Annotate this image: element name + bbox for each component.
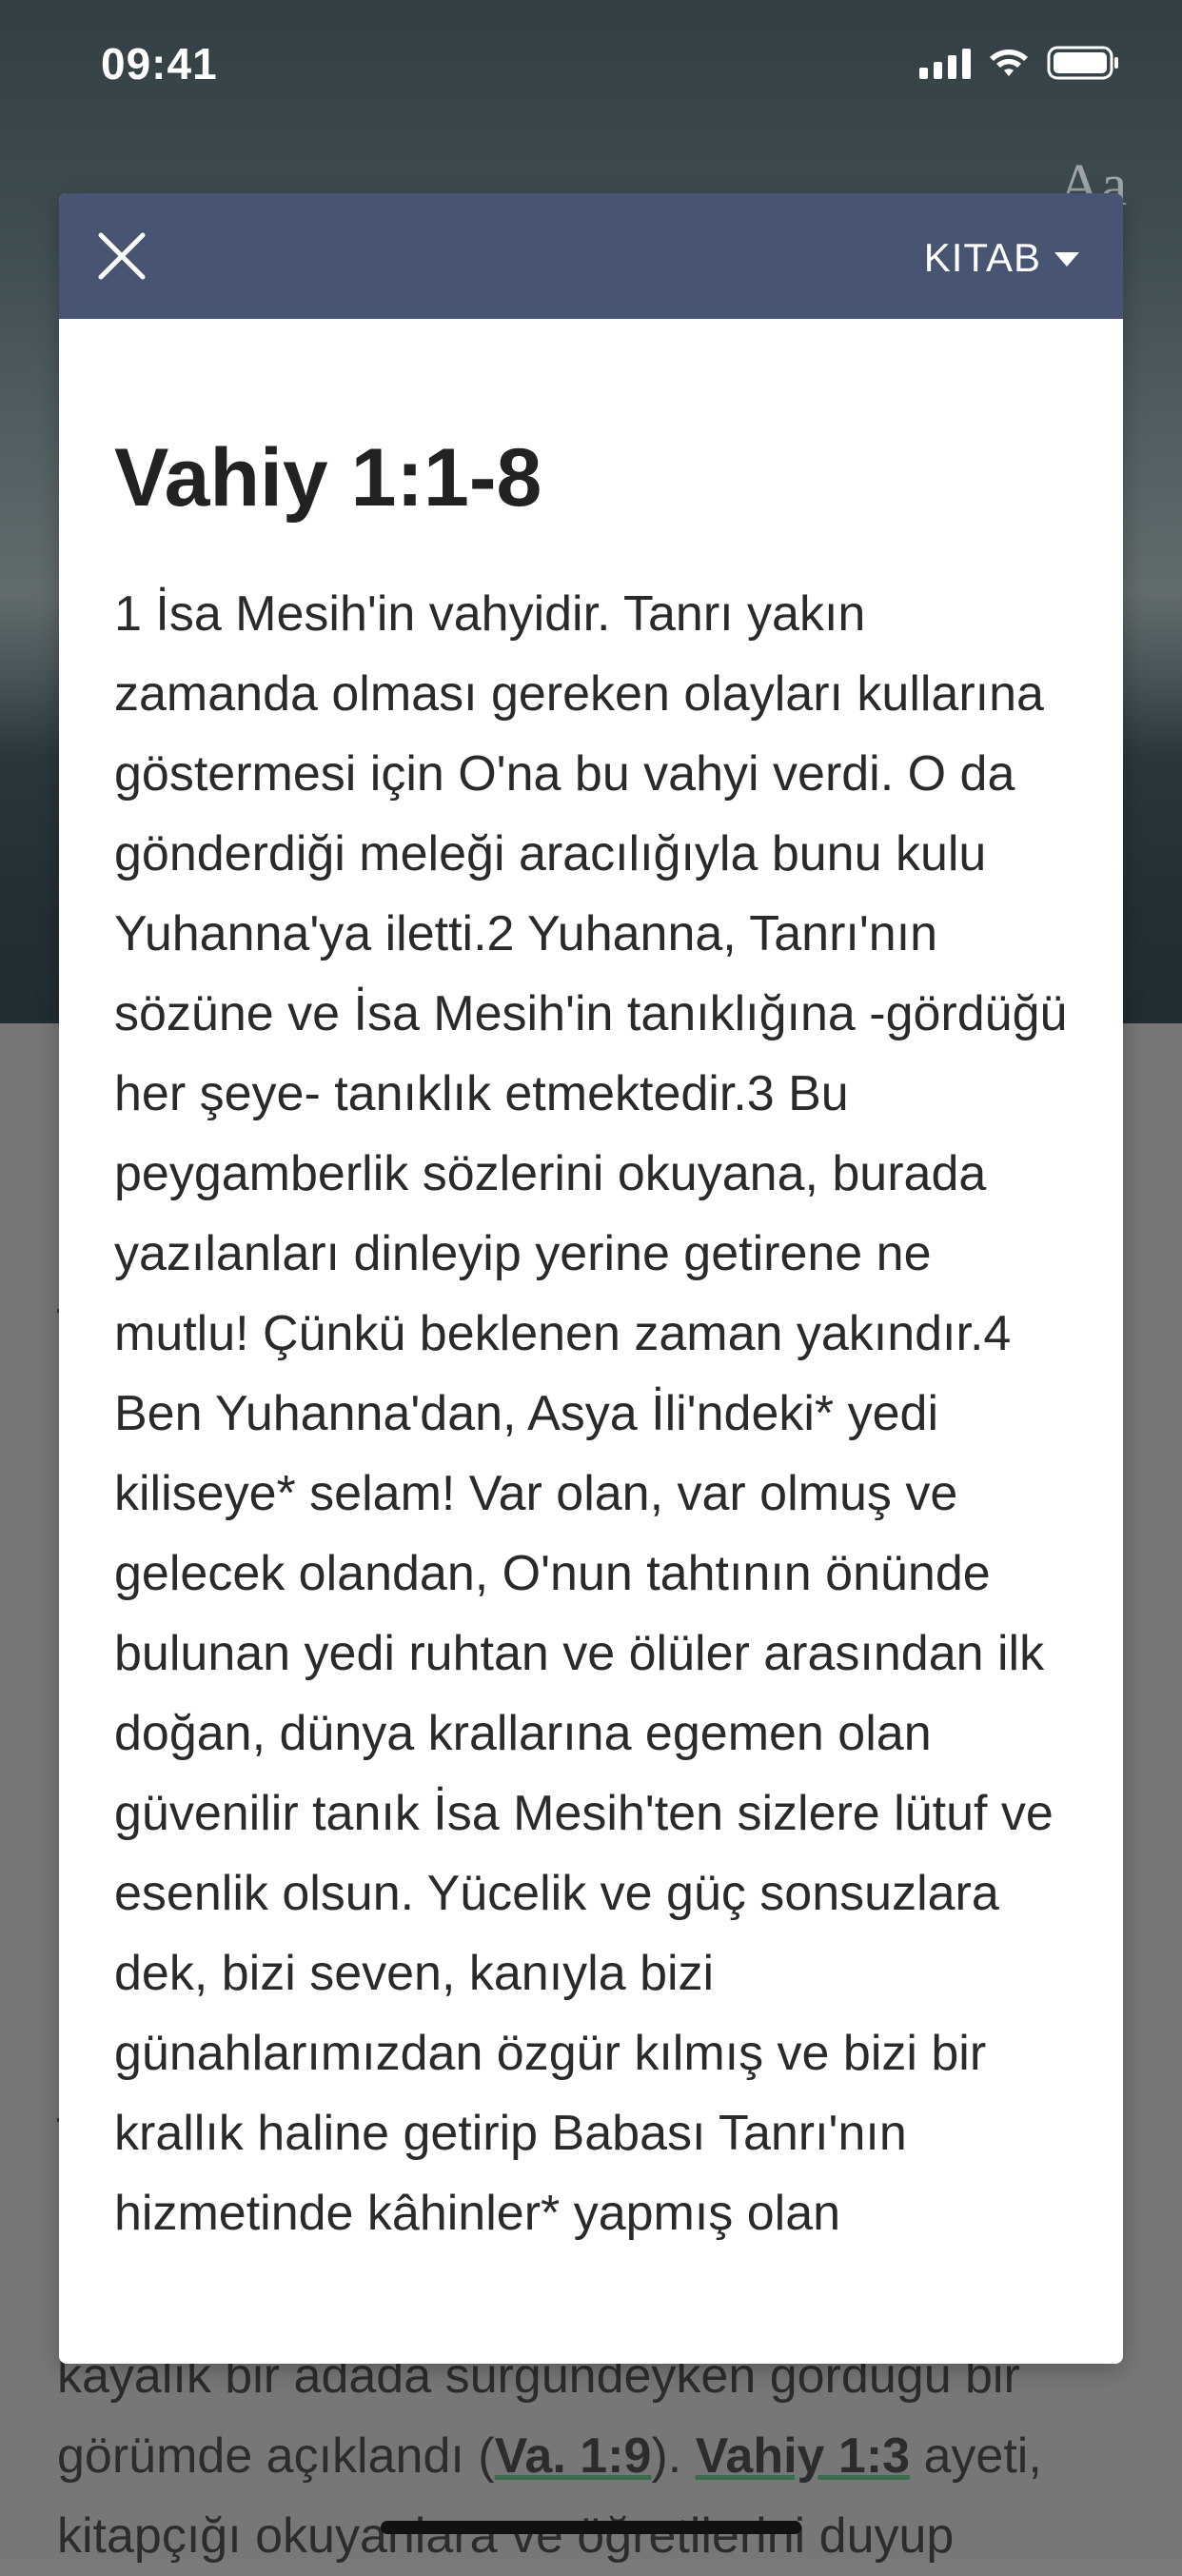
verse-reference-link[interactable]: Va. 1:9 xyxy=(495,2428,652,2484)
status-time: 09:41 xyxy=(101,39,218,89)
article-line: kitapçığı okuyanlara ve öğretilerini duy… xyxy=(57,2508,955,2564)
book-selector-button[interactable]: KITAB xyxy=(924,229,1079,287)
passage-title: Vahiy 1:1-8 xyxy=(114,432,542,524)
status-icons xyxy=(919,46,1119,80)
article-line: görümde açıklandı (Va. 1:9). Vahiy 1:3 a… xyxy=(57,2416,1142,2496)
passage-text: 1 İsa Mesih'in vahyidir. Tanrı yakın zam… xyxy=(114,586,1068,2241)
status-bar: 09:41 xyxy=(0,0,1182,124)
article-text: ). xyxy=(651,2428,696,2484)
caret-down-icon xyxy=(1054,251,1079,267)
close-icon xyxy=(98,232,146,280)
article-text: görümde açıklandı ( xyxy=(57,2428,495,2484)
article-text: ayeti, xyxy=(910,2428,1042,2484)
battery-icon xyxy=(1047,46,1118,80)
home-indicator[interactable] xyxy=(381,2521,801,2534)
passage-modal: KITAB Vahiy 1:1-8 1 İsa Mesih'in vahyidi… xyxy=(59,193,1123,2364)
wifi-icon xyxy=(990,50,1028,76)
verse-reference-link[interactable]: Vahiy 1:3 xyxy=(696,2428,910,2484)
close-button[interactable] xyxy=(93,228,150,285)
modal-header: KITAB xyxy=(59,193,1123,319)
cellular-signal-icon xyxy=(919,47,971,79)
book-selector-label: KITAB xyxy=(923,235,1041,280)
